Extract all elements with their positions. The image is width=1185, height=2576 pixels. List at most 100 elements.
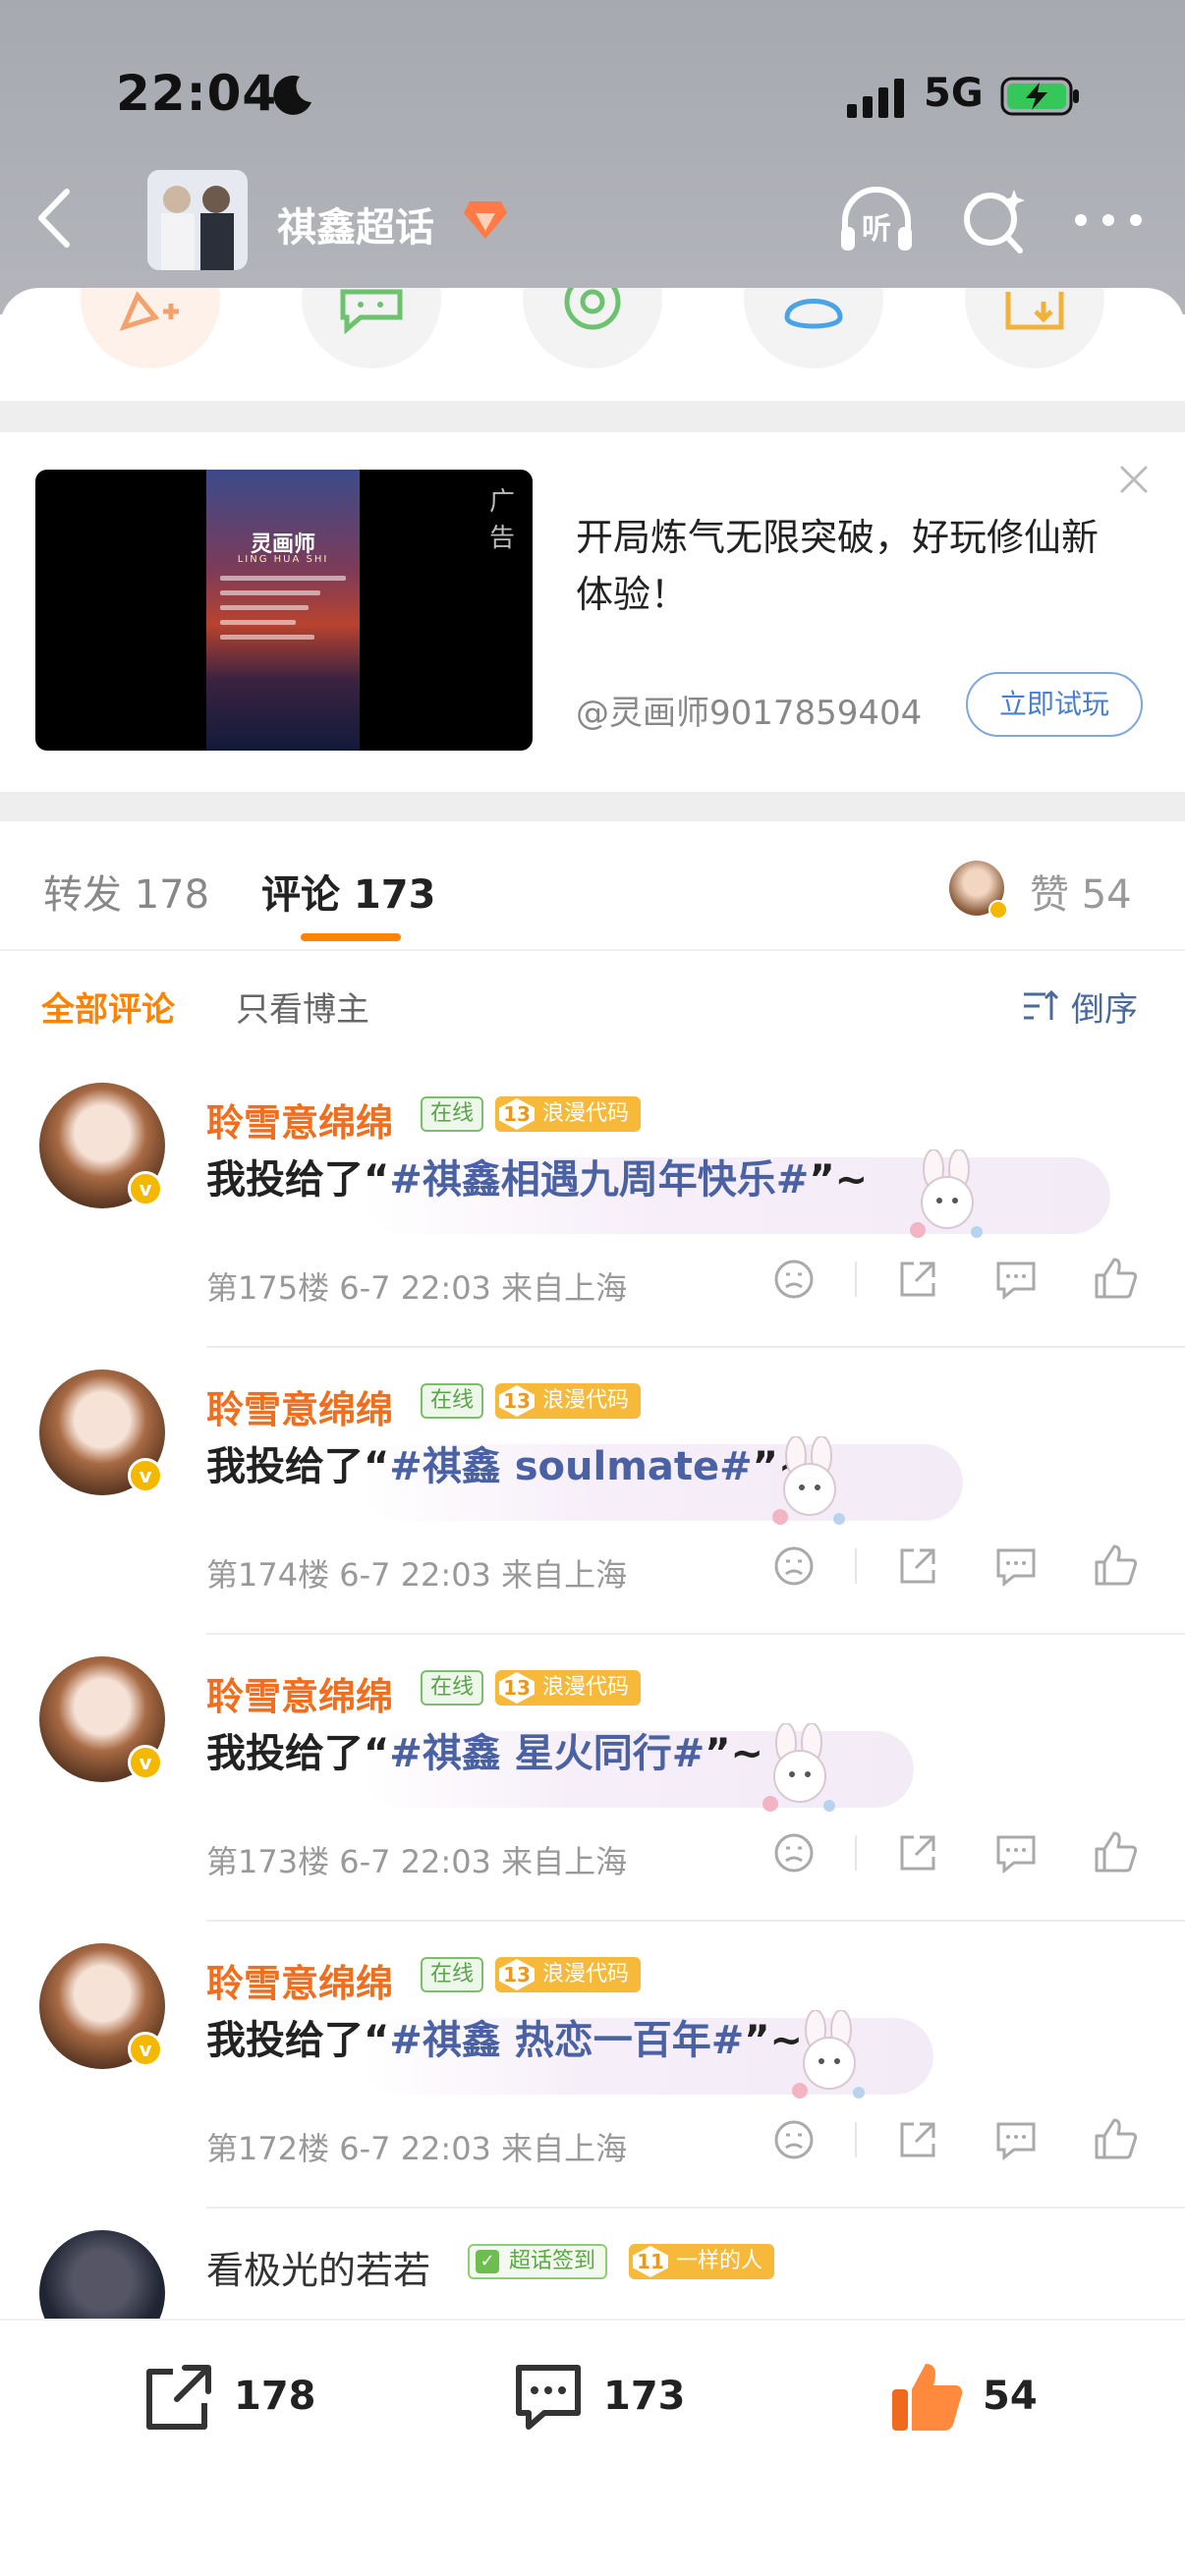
action-strip <box>0 288 1185 401</box>
try-now-button[interactable]: 立即试玩 <box>966 672 1143 737</box>
action-divider <box>855 1835 857 1871</box>
tab-repost[interactable]: 转发 178 <box>43 863 209 920</box>
avatar[interactable]: v <box>39 1656 165 1782</box>
comment-item: v 聆雪意绵绵 在线 13 浪漫代码 我投给了“#祺鑫 热恋一百年#”~ 第172… <box>0 1922 1185 2209</box>
level-badge[interactable]: 13 浪漫代码 <box>495 1957 642 1992</box>
ad-poster: 灵画师 LING HUA SHI <box>206 470 360 751</box>
comment-button[interactable]: 173 <box>509 2358 686 2440</box>
listen-icon[interactable]: 听 <box>835 180 918 262</box>
comment-username[interactable]: 聆雪意绵绵 <box>206 1379 393 1433</box>
comment-meta: 第174楼 6-7 22:03 来自上海 <box>206 1556 628 1594</box>
sort-label[interactable]: 倒序 <box>1071 982 1138 1031</box>
level-label: 浪漫代码 <box>542 1101 630 1126</box>
ad-card[interactable]: 灵画师 LING HUA SHI 广告 开局炼气无限突破，好玩修仙新体验！ @灵… <box>0 432 1185 792</box>
reply-icon[interactable] <box>990 1827 1042 1878</box>
reply-icon[interactable] <box>990 1254 1042 1305</box>
level-badge[interactable]: 13 浪漫代码 <box>495 1670 642 1706</box>
ad-poster-lines <box>220 576 346 649</box>
dislike-icon[interactable] <box>768 1827 819 1878</box>
sort-icon[interactable] <box>1022 986 1059 1024</box>
comment-text: 我投给了“#祺鑫 星火同行#”~ <box>206 1731 764 1776</box>
level-label: 浪漫代码 <box>542 1962 630 1987</box>
ad-author[interactable]: @灵画师9017859404 <box>576 686 922 734</box>
share-icon[interactable] <box>892 1540 943 1592</box>
topic-link[interactable]: #祺鑫 soulmate# <box>389 1444 752 1489</box>
check-icon: ✓ <box>476 2250 499 2273</box>
reply-icon[interactable] <box>990 1540 1042 1592</box>
dislike-icon[interactable] <box>768 1540 819 1592</box>
comment-username[interactable]: 聆雪意绵绵 <box>206 1953 393 2007</box>
moon-icon <box>273 75 311 115</box>
share-icon[interactable] <box>892 1254 943 1305</box>
close-icon[interactable] <box>1116 462 1152 497</box>
comment-item: 看极光的若若 ✓ 超话签到 11 一样的人 <box>0 2209 1185 2319</box>
verified-icon: v <box>128 1458 163 1493</box>
bunny-sticker-icon <box>772 1436 845 1525</box>
comment-text: 我投给了“#祺鑫 soulmate#”~ <box>206 1444 812 1489</box>
topic-link[interactable]: #祺鑫 星火同行# <box>389 1731 705 1776</box>
comment-username[interactable]: 聆雪意绵绵 <box>206 1666 393 1720</box>
ad-headline[interactable]: 开局炼气无限突破，好玩修仙新体验！ <box>576 509 1126 623</box>
ad-image[interactable]: 灵画师 LING HUA SHI 广告 <box>35 470 533 751</box>
comment-meta: 第175楼 6-7 22:03 来自上海 <box>206 1269 628 1307</box>
supertopic-avatar[interactable] <box>147 170 248 270</box>
like-icon[interactable] <box>1091 1540 1142 1592</box>
comment-body: 我投给了“#祺鑫 星火同行#”~ <box>206 1723 914 1821</box>
share-icon[interactable] <box>892 1827 943 1878</box>
repost-button[interactable]: 178 <box>140 2358 316 2440</box>
topic-link[interactable]: #祺鑫相遇九周年快乐# <box>389 1157 809 1203</box>
share-icon[interactable] <box>892 2114 943 2165</box>
online-badge: 在线 <box>421 1096 484 1132</box>
status-bar: 22:04 5G <box>0 59 1185 138</box>
level-badge[interactable]: 13 浪漫代码 <box>495 1383 642 1419</box>
topic-link[interactable]: #祺鑫 热恋一百年# <box>389 2018 744 2063</box>
download-action[interactable] <box>965 288 1104 368</box>
post-action[interactable] <box>81 288 220 368</box>
filter-owner-only[interactable]: 只看博主 <box>236 982 369 1031</box>
tab-like[interactable]: 赞 54 <box>1030 863 1132 920</box>
avatar[interactable]: v <box>39 1943 165 2069</box>
dislike-icon[interactable] <box>768 2114 819 2165</box>
like-icon[interactable] <box>1091 1827 1142 1878</box>
like-icon[interactable] <box>1091 2114 1142 2165</box>
filter-all-comments[interactable]: 全部评论 <box>41 982 175 1031</box>
level-badge[interactable]: 13 浪漫代码 <box>495 1096 642 1132</box>
repost-icon <box>146 2365 211 2430</box>
comment-username[interactable]: 聆雪意绵绵 <box>206 1092 393 1147</box>
comment-body: 我投给了“#祺鑫相遇九周年快乐#”~ <box>206 1149 1110 1248</box>
avatar[interactable]: v <box>39 1370 165 1495</box>
avatar-photo-icon <box>147 170 248 270</box>
tab-active-indicator <box>301 933 401 941</box>
bunny-sticker-icon <box>910 1149 983 1238</box>
level-label: 一样的人 <box>676 2249 763 2273</box>
action-divider <box>855 1261 857 1297</box>
comment-username[interactable]: 看极光的若若 <box>206 2240 430 2294</box>
chat-action[interactable] <box>302 288 441 368</box>
avatar[interactable] <box>39 2230 165 2319</box>
more-icon[interactable] <box>1071 205 1146 235</box>
bunny-sticker-icon <box>762 1723 835 1812</box>
verified-icon: v <box>128 1745 163 1780</box>
checkin-label: 超话签到 <box>509 2249 596 2273</box>
level-number: 11 <box>633 2246 668 2277</box>
photo-action[interactable] <box>523 288 662 368</box>
comment-icon <box>516 2365 581 2430</box>
tab-comment[interactable]: 评论 173 <box>261 863 435 920</box>
level-label: 浪漫代码 <box>542 1675 630 1700</box>
dislike-icon[interactable] <box>768 1254 819 1305</box>
reply-icon[interactable] <box>990 2114 1042 2165</box>
diamond-badge-icon <box>464 201 507 239</box>
liker-avatar[interactable] <box>949 861 1008 920</box>
group-action[interactable] <box>744 288 883 368</box>
back-icon[interactable] <box>29 184 79 252</box>
comment-body: 我投给了“#祺鑫 soulmate#”~ <box>206 1436 963 1535</box>
comment-item: v 聆雪意绵绵 在线 13 浪漫代码 我投给了“#祺鑫 星火同行#”~ 第173楼… <box>0 1635 1185 1922</box>
search-icon[interactable] <box>959 184 1028 258</box>
action-divider <box>855 2122 857 2157</box>
level-number: 13 <box>499 1098 535 1130</box>
level-badge[interactable]: 11 一样的人 <box>629 2244 775 2279</box>
battery-charging-icon <box>1000 77 1079 116</box>
like-icon[interactable] <box>1091 1254 1142 1305</box>
avatar[interactable]: v <box>39 1083 165 1208</box>
like-button[interactable]: 54 <box>888 2358 1065 2440</box>
